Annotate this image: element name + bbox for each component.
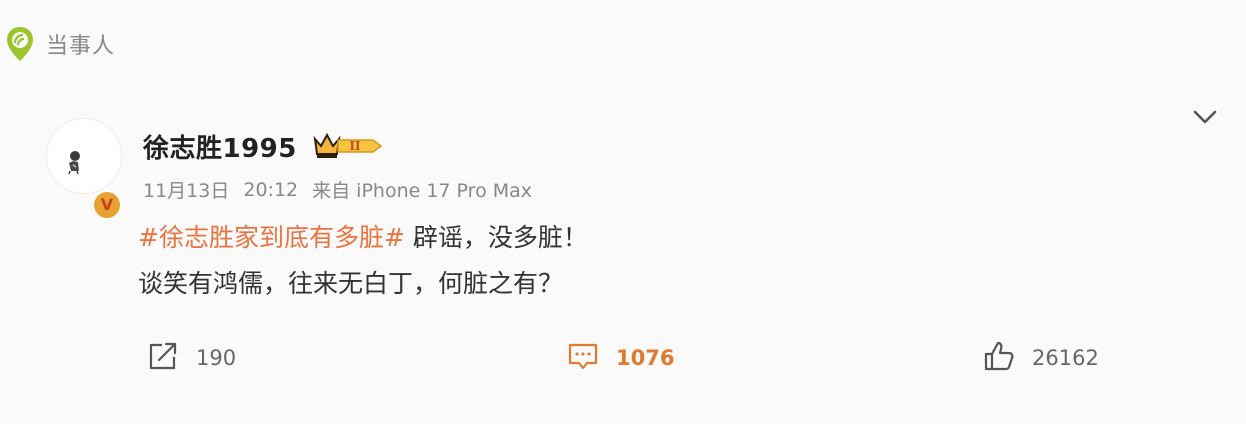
source-row: 当事人: [4, 24, 115, 64]
repost-count: 190: [196, 346, 237, 370]
author-row: 徐志胜1995 II: [143, 124, 387, 168]
source-label: 当事人: [46, 34, 116, 59]
comment-count: 1076: [616, 346, 675, 370]
author-name[interactable]: 徐志胜1995: [143, 128, 297, 165]
like-button[interactable]: 26162: [982, 336, 1099, 380]
comment-icon: [566, 339, 600, 377]
verified-badge: V: [92, 190, 122, 220]
repost-icon: [146, 339, 180, 377]
thumbs-up-icon: [982, 339, 1016, 377]
post-line-1-text: 辟谣，没多脏！: [404, 223, 588, 252]
post-device: 来自 iPhone 17 Pro Max: [312, 180, 533, 202]
post-line-1: #徐志胜家到底有多脏# 辟谣，没多脏！: [138, 216, 1138, 260]
post-time: 20:12: [243, 178, 299, 201]
avatar[interactable]: [46, 118, 122, 194]
like-count: 26162: [1032, 346, 1099, 370]
weibo-post-card: 当事人 V 徐志胜1995 II 11月13日 20:12 来自 iPhone …: [0, 0, 1246, 424]
topic-link[interactable]: #徐志胜家到底有多脏#: [138, 223, 405, 252]
repost-button[interactable]: 190: [146, 336, 236, 380]
chevron-down-icon[interactable]: [1190, 104, 1220, 130]
post-meta: 11月13日 20:12 来自 iPhone 17 Pro Max: [143, 176, 532, 203]
comment-button[interactable]: 1076: [566, 336, 674, 380]
svg-text:II: II: [349, 139, 361, 153]
post-line-2: 谈笑有鸿儒，往来无白丁，何脏之有？: [138, 269, 564, 298]
location-ring-icon: [4, 24, 36, 64]
vip-crown-icon[interactable]: II: [311, 130, 387, 162]
action-bar: 190 1076 26162: [0, 336, 1246, 380]
post-date: 11月13日: [143, 180, 230, 202]
post-content: #徐志胜家到底有多脏# 辟谣，没多脏！ 谈笑有鸿儒，往来无白丁，何脏之有？: [138, 216, 1138, 306]
avatar-wrap[interactable]: V: [46, 118, 122, 220]
